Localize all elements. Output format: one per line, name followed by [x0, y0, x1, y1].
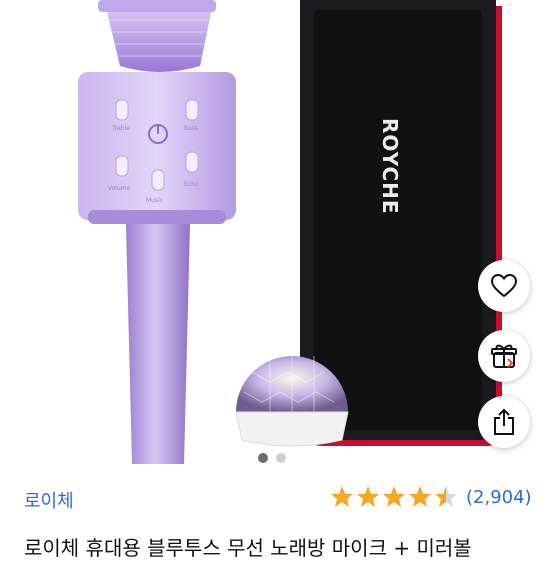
wishlist-button[interactable] [478, 260, 530, 312]
carousel-dot[interactable] [276, 453, 286, 463]
svg-text:Treble: Treble [111, 125, 130, 132]
microphone-image: Treble Bass Volume Echo Music [78, 0, 349, 464]
gift-button[interactable] [478, 330, 530, 382]
product-title: 로이체 휴대용 블루투스 무선 노래방 마이크 + 미러볼 [24, 536, 472, 560]
carousel-indicator [258, 453, 286, 463]
svg-text:Bass: Bass [184, 125, 198, 132]
rating-stars[interactable] [330, 484, 462, 510]
review-count[interactable]: (2,904) [466, 487, 532, 508]
share-button[interactable] [478, 396, 530, 448]
svg-text:Volume: Volume [108, 185, 131, 192]
gift-icon [491, 344, 517, 368]
heart-icon [491, 274, 517, 298]
share-icon [494, 408, 514, 435]
seller-link[interactable]: 로이체 [24, 487, 74, 513]
carousel-dot[interactable] [258, 453, 268, 463]
svg-text:Echo: Echo [184, 181, 199, 188]
svg-text:Music: Music [146, 197, 163, 204]
star-rating-icon [331, 486, 457, 507]
product-image-carousel[interactable]: ROYCHE Treble Bass Volume Echo Music [0, 0, 554, 472]
